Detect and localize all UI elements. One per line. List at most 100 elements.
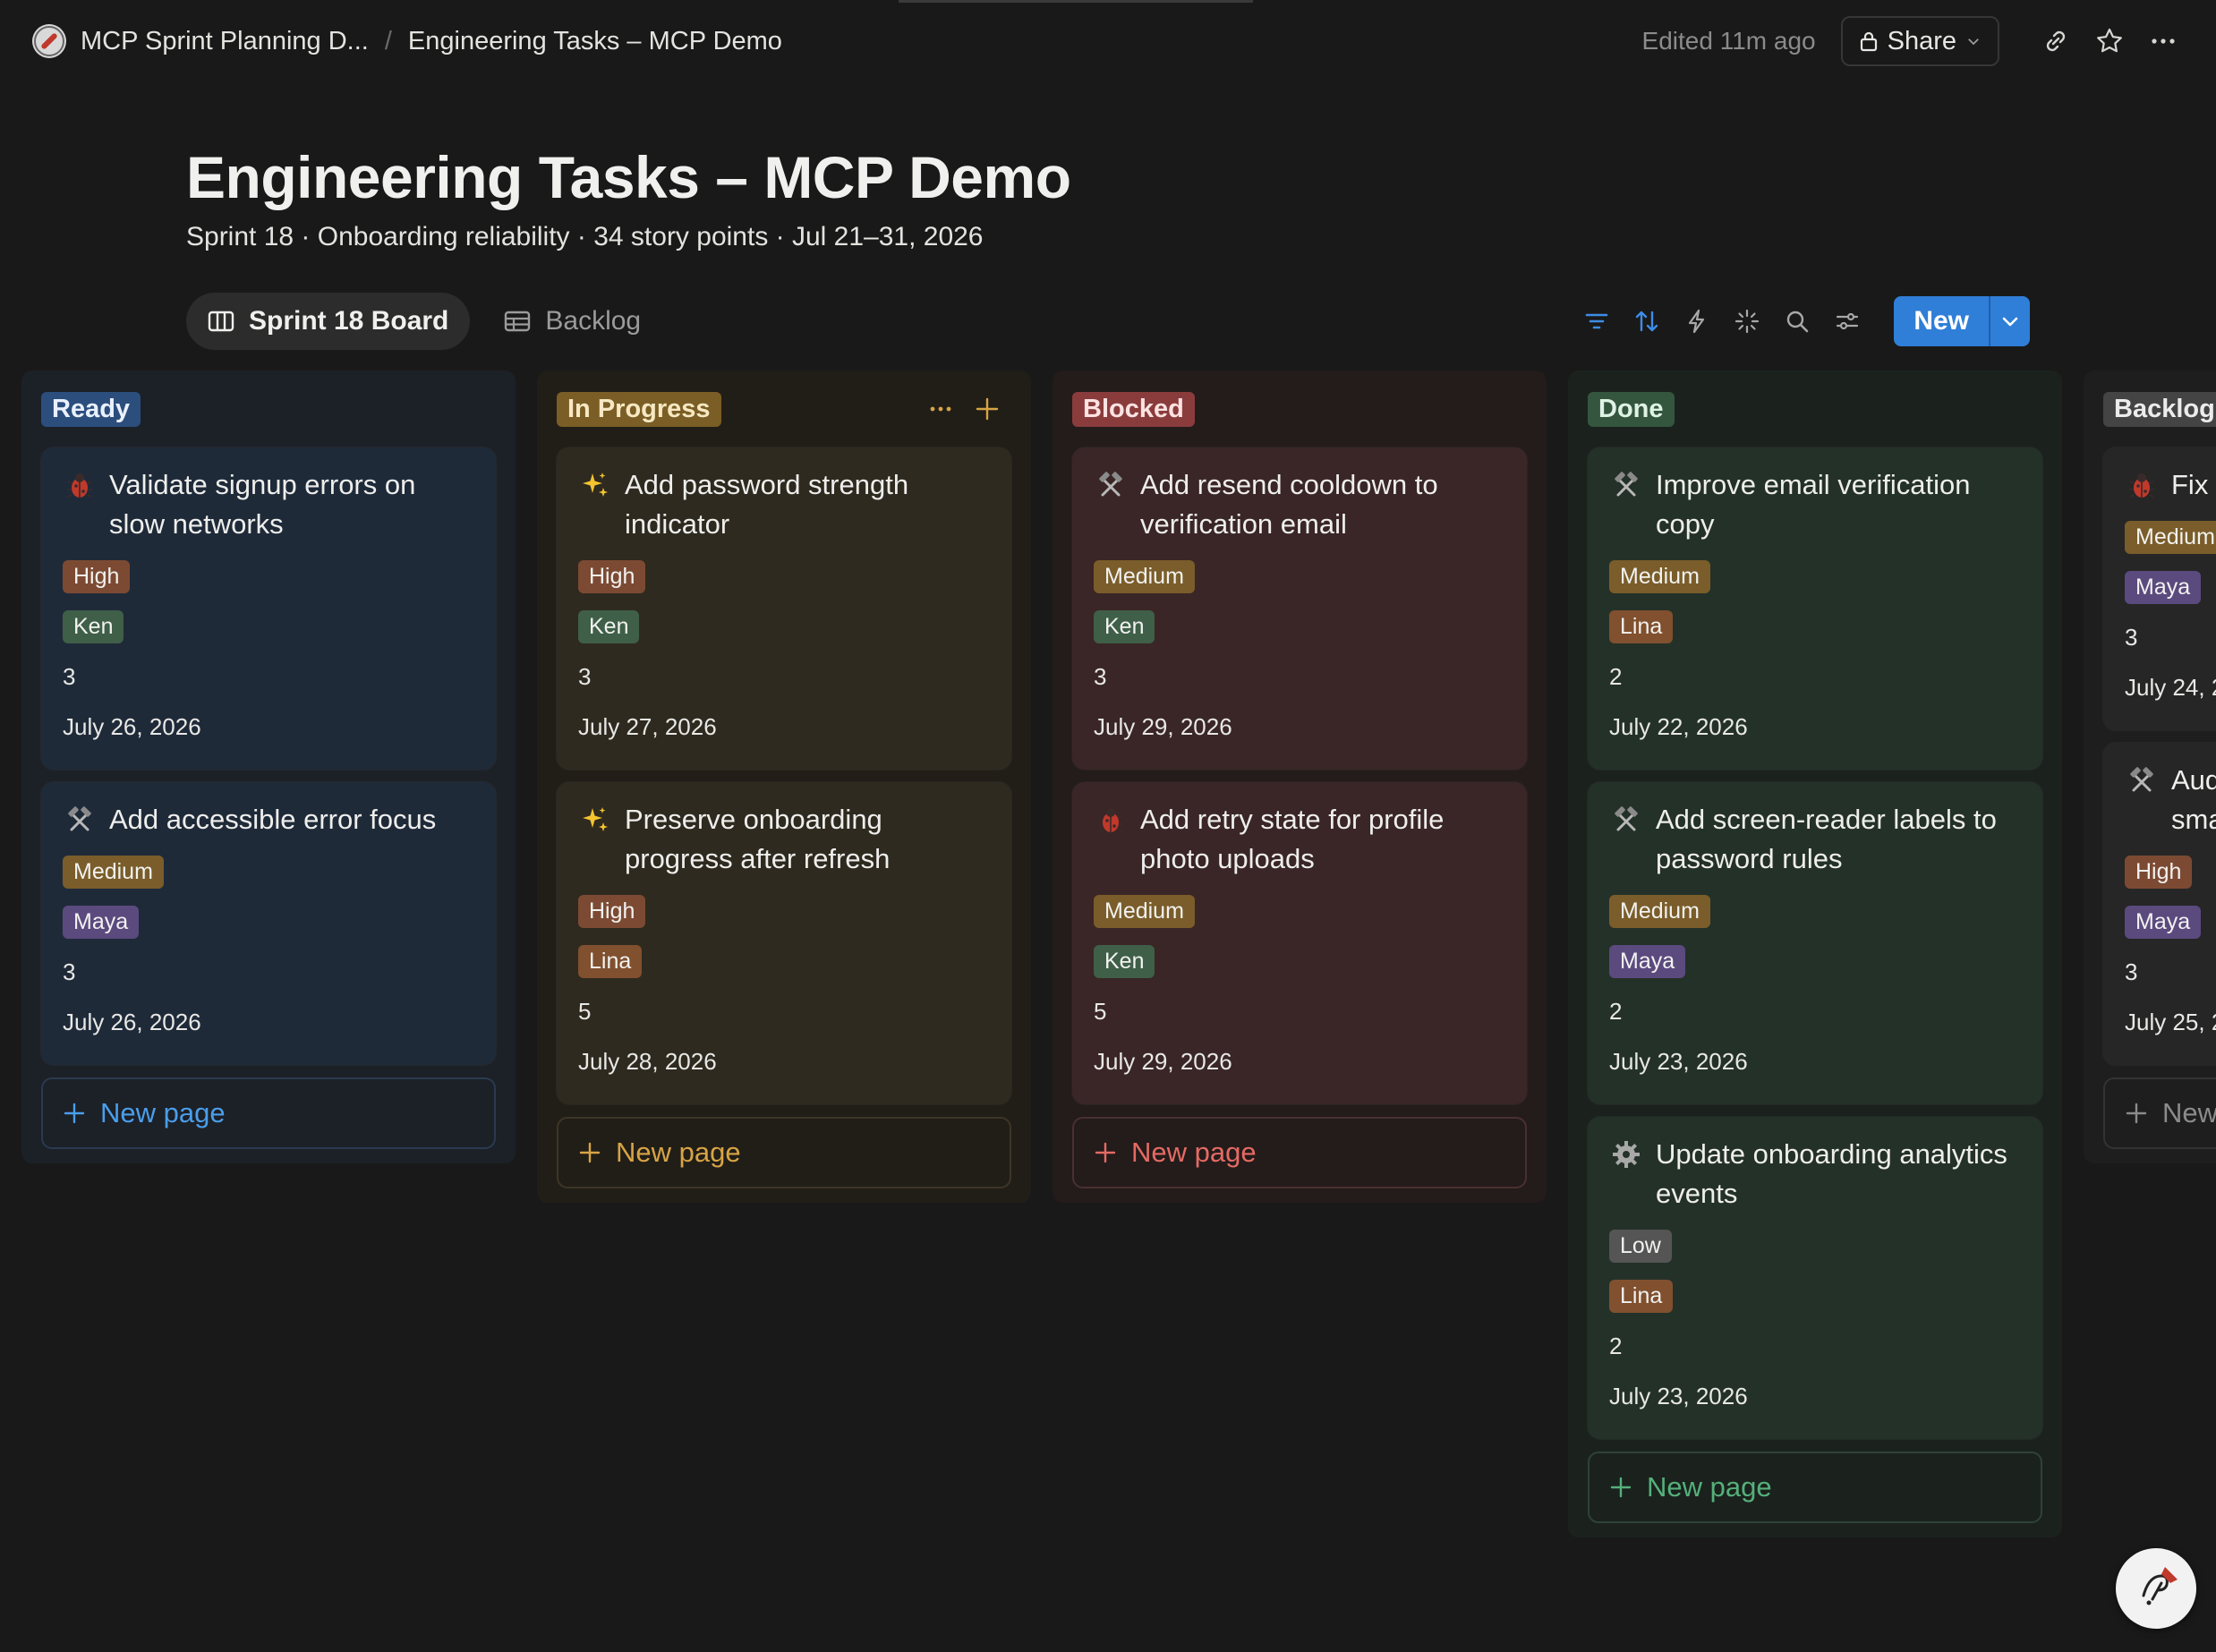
card-title: Update onboarding analytics events — [1656, 1138, 2007, 1209]
hammer-icon — [1094, 465, 1128, 505]
new-page-button[interactable]: New — [2103, 1077, 2216, 1149]
search-button[interactable] — [1776, 300, 1819, 343]
more-horizontal-icon — [2152, 38, 2175, 44]
due-date: July 25, 2 — [2125, 1008, 2216, 1035]
column-label-blocked[interactable]: Blocked — [1072, 391, 1195, 427]
new-page-label: New page — [100, 1097, 226, 1128]
new-options-button[interactable] — [1989, 296, 2030, 346]
more-options-button[interactable] — [2143, 21, 2184, 62]
story-points: 3 — [63, 958, 76, 985]
due-date: July 28, 2026 — [578, 1047, 717, 1075]
share-label: Share — [1887, 26, 1956, 55]
card-title: Add resend cooldown to verification emai… — [1140, 469, 1438, 540]
new-page-button[interactable]: New page — [1072, 1117, 1527, 1188]
card-title: Add screen-reader labels to password rul… — [1656, 804, 1997, 874]
task-card[interactable]: Improve email verification copy Medium L… — [1588, 447, 2042, 770]
help-assistant-button[interactable] — [2116, 1548, 2196, 1629]
task-card[interactable]: Add accessible error focus Medium Maya 3… — [41, 782, 496, 1065]
plus-icon — [1095, 1142, 1116, 1163]
card-title: Improve email verification copy — [1656, 469, 1971, 540]
new-button-group: New — [1894, 296, 2030, 346]
automation-icon — [1689, 309, 1705, 334]
task-card[interactable]: Add screen-reader labels to password rul… — [1588, 782, 2042, 1104]
card-title: Fix r — [2171, 469, 2216, 500]
card-title: Audi sma — [2171, 761, 2216, 839]
column-backlog: Backlog Fix r Medium Maya 3 July 24, 2 A… — [2084, 370, 2216, 1163]
tab-backlog-label: Backlog — [545, 306, 642, 336]
assignee-tag: Maya — [1609, 944, 1686, 978]
tab-sprint-board[interactable]: Sprint 18 Board — [186, 293, 471, 350]
new-page-button[interactable]: New page — [557, 1117, 1011, 1188]
bug-icon — [63, 465, 97, 505]
bug-icon — [1094, 800, 1128, 839]
card-title-line-1: Audi — [2171, 764, 2216, 796]
ai-sparkle-icon — [1735, 309, 1760, 334]
breadcrumb-page[interactable]: Engineering Tasks – MCP Demo — [408, 27, 782, 56]
table-icon — [505, 311, 531, 332]
assignee-tag: Ken — [1094, 944, 1155, 978]
bug-icon — [2125, 465, 2159, 505]
story-points: 5 — [1094, 997, 1107, 1025]
sort-button[interactable] — [1625, 300, 1668, 343]
assignee-tag: Maya — [2125, 905, 2202, 939]
assignee-tag: Lina — [1609, 1279, 1674, 1313]
priority-tag: Medium — [2125, 520, 2216, 554]
new-button[interactable]: New — [1894, 296, 1989, 346]
compass-icon[interactable] — [32, 24, 66, 58]
story-points: 3 — [578, 662, 592, 690]
priority-tag: Low — [1609, 1229, 1672, 1263]
view-settings-button[interactable] — [1826, 300, 1869, 343]
new-page-button[interactable]: New page — [41, 1077, 496, 1149]
breadcrumb-separator: / — [384, 26, 392, 55]
chevron-down-icon — [1968, 38, 1979, 46]
column-label-in-progress[interactable]: In Progress — [557, 391, 721, 427]
plus-icon — [1610, 1477, 1632, 1498]
task-card[interactable]: Fix r Medium Maya 3 July 24, 2 — [2103, 447, 2216, 730]
due-date: July 29, 2026 — [1094, 712, 1232, 740]
ai-button[interactable] — [1726, 300, 1769, 343]
priority-tag: High — [2125, 855, 2193, 889]
page-subtitle[interactable]: Sprint 18 · Onboarding reliability · 34 … — [186, 222, 984, 252]
card-title: Add retry state for profile photo upload… — [1140, 804, 1445, 874]
task-card[interactable]: Add password strength indicator High Ken… — [557, 447, 1011, 770]
due-date: July 27, 2026 — [578, 712, 717, 740]
tab-backlog[interactable]: Backlog — [482, 293, 662, 350]
column-label-backlog[interactable]: Backlog — [2103, 391, 2216, 427]
hammer-icon — [63, 800, 97, 839]
share-button[interactable]: Share — [1840, 16, 1999, 66]
task-card[interactable]: Update onboarding analytics events Low L… — [1588, 1117, 2042, 1439]
story-points: 3 — [63, 662, 76, 690]
priority-tag: High — [578, 559, 646, 593]
task-card[interactable]: Add resend cooldown to verification emai… — [1072, 447, 1527, 770]
priority-tag: Medium — [1609, 894, 1710, 928]
story-points: 3 — [1094, 662, 1107, 690]
task-card[interactable]: Audi sma High Maya 3 July 25, 2 — [2103, 743, 2216, 1065]
automation-button[interactable] — [1675, 300, 1718, 343]
column-in-progress: In Progress Add password strength indica… — [537, 370, 1031, 1203]
plus-icon — [2126, 1103, 2147, 1124]
column-label-done[interactable]: Done — [1588, 391, 1675, 427]
column-header: Done — [1588, 390, 2042, 428]
favorite-button[interactable] — [2089, 21, 2130, 62]
lock-icon — [1860, 31, 1877, 52]
assignee-tag: Maya — [2125, 570, 2202, 604]
filter-button[interactable] — [1575, 300, 1618, 343]
plus-icon[interactable] — [974, 396, 1001, 422]
hammer-icon — [2125, 761, 2159, 800]
column-header: In Progress — [557, 390, 1011, 428]
copy-link-button[interactable] — [2035, 21, 2076, 62]
task-card[interactable]: Preserve onboarding progress after refre… — [557, 782, 1011, 1104]
card-title: Validate signup errors on slow networks — [109, 469, 416, 540]
priority-tag: High — [63, 559, 131, 593]
story-points: 2 — [1609, 1332, 1623, 1359]
column-header: Backlog — [2103, 390, 2216, 428]
new-page-button[interactable]: New page — [1588, 1452, 2042, 1523]
column-label-ready[interactable]: Ready — [41, 391, 141, 427]
task-card[interactable]: Add retry state for profile photo upload… — [1072, 782, 1527, 1104]
task-card[interactable]: Validate signup errors on slow networks … — [41, 447, 496, 770]
page-title[interactable]: Engineering Tasks – MCP Demo — [186, 143, 1071, 211]
more-horizontal-icon[interactable] — [927, 396, 954, 422]
breadcrumb-workspace[interactable]: MCP Sprint Planning D... — [81, 27, 369, 56]
card-title: Add accessible error focus — [109, 804, 437, 835]
chevron-down-icon — [2002, 317, 2018, 327]
